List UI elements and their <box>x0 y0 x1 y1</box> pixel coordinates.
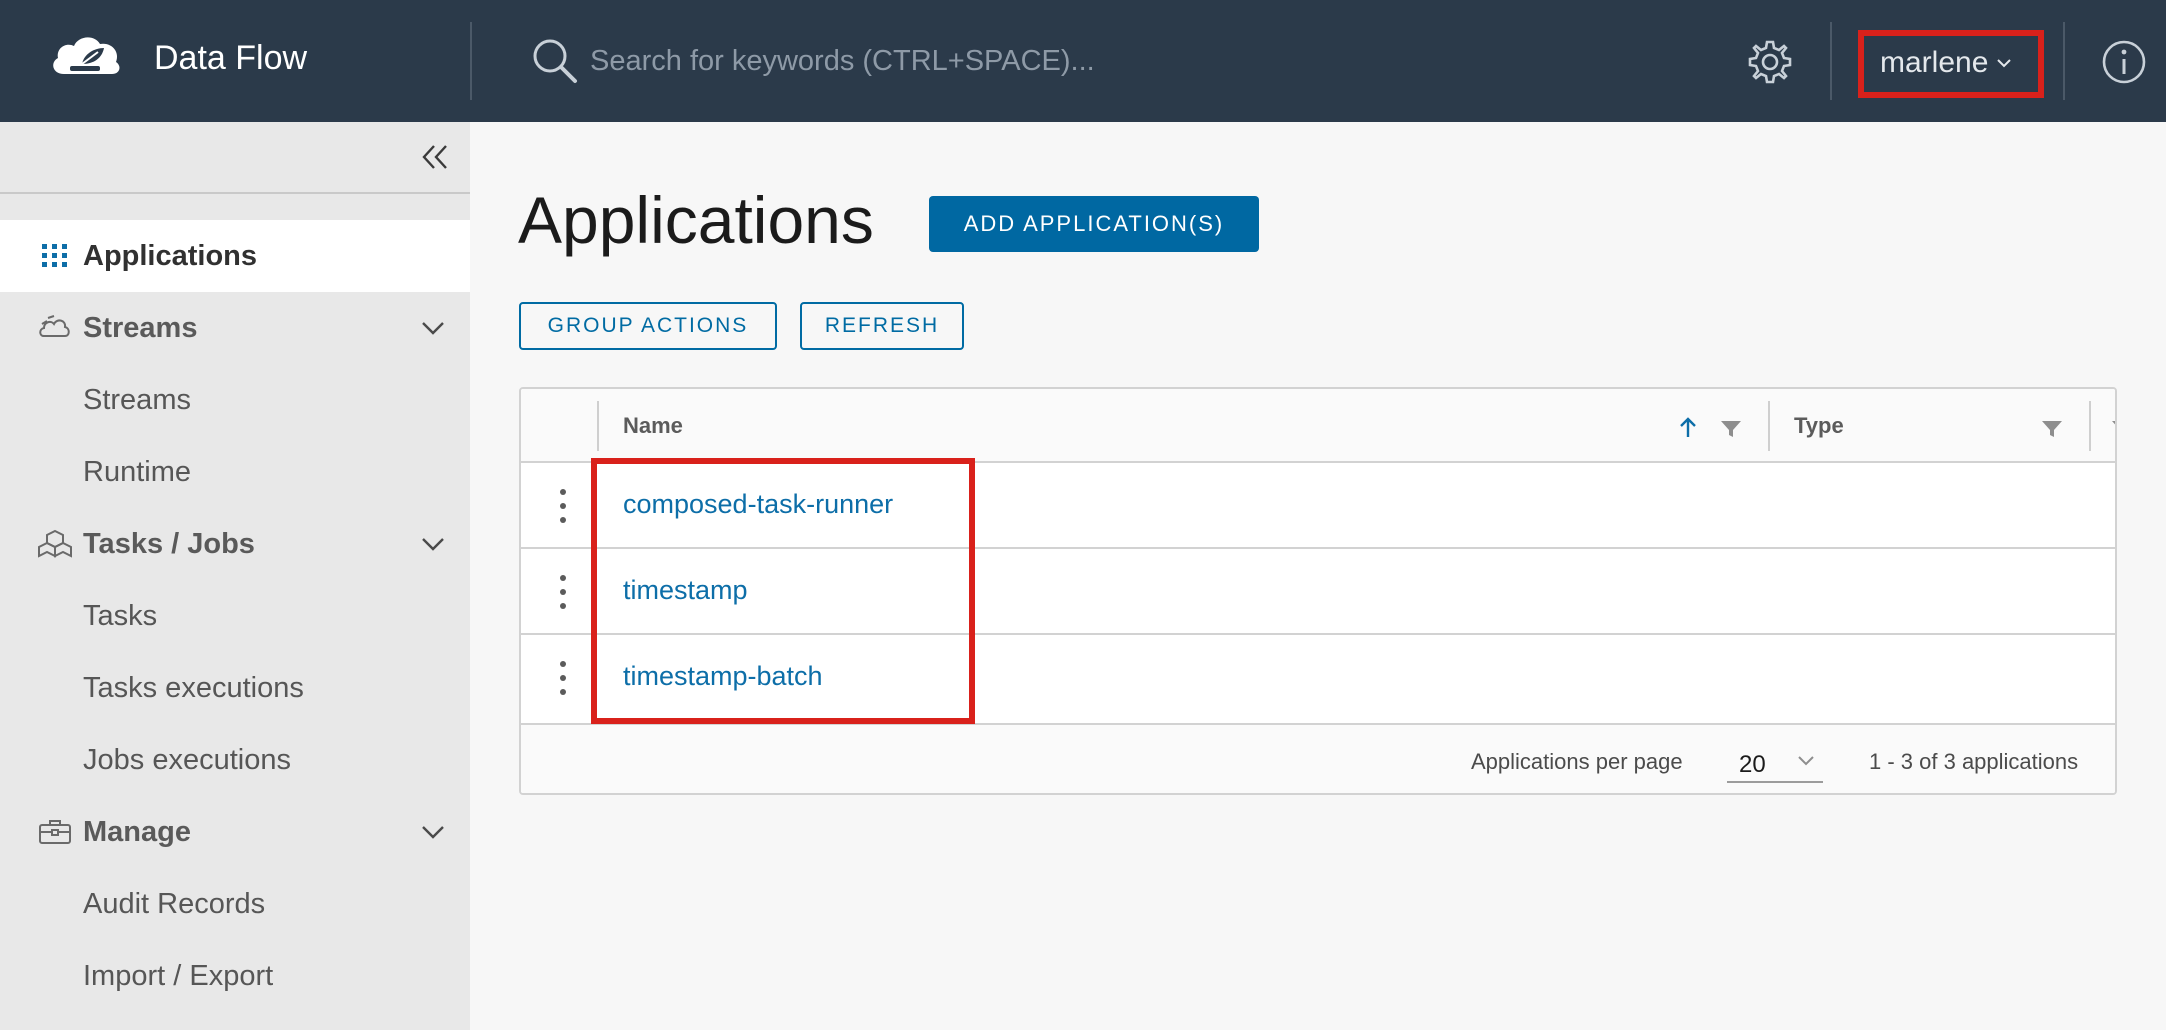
filter-icon[interactable] <box>2041 419 2063 439</box>
column-separator <box>2089 401 2091 451</box>
sidebar-group-tasks-jobs[interactable]: Tasks / Jobs <box>0 508 470 580</box>
column-header-name[interactable]: Name <box>623 413 683 439</box>
filter-icon[interactable] <box>2111 419 2117 439</box>
table-header: Name Type <box>521 389 2117 463</box>
grid-icon <box>42 244 67 267</box>
pagination-count: 1 - 3 of 3 applications <box>1869 749 2079 774</box>
sidebar-item-label: Tasks / Jobs <box>83 527 255 560</box>
sidebar-item-import-export[interactable]: Import / Export <box>0 940 470 1012</box>
sidebar-item-label: Tasks executions <box>83 671 304 704</box>
top-header: Data Flow marlene <box>0 0 2166 122</box>
per-page-value: 20 <box>1739 751 1766 778</box>
highlight-box <box>1858 30 2044 98</box>
chevron-down-icon <box>422 322 444 335</box>
per-page-select[interactable]: 20 <box>1727 743 1823 783</box>
sidebar-item-label: Tasks <box>83 599 158 632</box>
column-header-type[interactable]: Type <box>1794 413 1844 439</box>
highlight-box <box>591 458 975 724</box>
sidebar-group-manage[interactable]: Manage <box>0 796 470 868</box>
info-icon[interactable] <box>2100 38 2148 86</box>
gear-icon[interactable] <box>1746 38 1794 86</box>
sidebar-item-label: Applications <box>83 239 258 272</box>
chevron-down-icon <box>422 826 444 839</box>
sidebar-item-label: Import / Export <box>83 959 274 992</box>
sidebar-item-runtime[interactable]: Runtime <box>0 436 470 508</box>
column-separator <box>1768 401 1770 451</box>
sidebar-item-jobs-executions[interactable]: Jobs executions <box>0 724 470 796</box>
search-input[interactable] <box>590 38 1190 84</box>
header-divider <box>1830 22 1832 100</box>
sidebar-item-streams[interactable]: Streams <box>0 364 470 436</box>
more-vertical-icon[interactable] <box>557 659 569 697</box>
sidebar-collapse-bar <box>0 122 470 194</box>
sidebar-item-label: Audit Records <box>83 887 266 920</box>
boxes-icon <box>38 529 72 558</box>
group-actions-button[interactable]: GROUP ACTIONS <box>519 302 777 350</box>
sidebar-item-audit-records[interactable]: Audit Records <box>0 868 470 940</box>
sidebar-item-label: Runtime <box>83 455 191 488</box>
app-title: Data Flow <box>154 38 308 77</box>
sidebar-group-streams[interactable]: Streams <box>0 292 470 364</box>
per-page-label: Applications per page <box>1471 749 1683 774</box>
header-divider <box>470 22 472 100</box>
briefcase-icon <box>39 820 71 844</box>
refresh-button[interactable]: REFRESH <box>800 302 964 350</box>
filter-icon[interactable] <box>1720 419 1742 439</box>
sidebar-item-label: Streams <box>83 311 198 344</box>
more-vertical-icon[interactable] <box>557 487 569 525</box>
search-icon <box>533 39 577 83</box>
sidebar: Applications Streams Streams Runtime Tas… <box>0 122 470 1030</box>
chevron-down-icon <box>1798 756 1814 766</box>
sidebar-item-label: Jobs executions <box>83 743 291 776</box>
sidebar-item-tasks-executions[interactable]: Tasks executions <box>0 652 470 724</box>
more-vertical-icon[interactable] <box>557 573 569 611</box>
spring-cloud-logo-icon <box>53 37 120 74</box>
double-chevron-left-icon[interactable] <box>420 142 450 172</box>
chevron-down-icon <box>422 538 444 551</box>
cloud-stream-icon <box>39 315 70 337</box>
sidebar-item-label: Manage <box>83 815 191 848</box>
header-divider <box>2063 22 2065 100</box>
sort-ascending-icon[interactable] <box>1677 415 1699 441</box>
column-separator <box>597 401 599 451</box>
sidebar-item-applications[interactable]: Applications <box>0 220 470 292</box>
table-footer: Applications per page 20 1 - 3 of 3 appl… <box>521 725 2115 793</box>
brand[interactable]: Data Flow <box>48 28 307 88</box>
page-title: Applications <box>518 183 874 257</box>
sidebar-item-tasks[interactable]: Tasks <box>0 580 470 652</box>
add-application-button[interactable]: ADD APPLICATION(S) <box>929 196 1259 252</box>
sidebar-item-label: Streams <box>83 383 191 416</box>
